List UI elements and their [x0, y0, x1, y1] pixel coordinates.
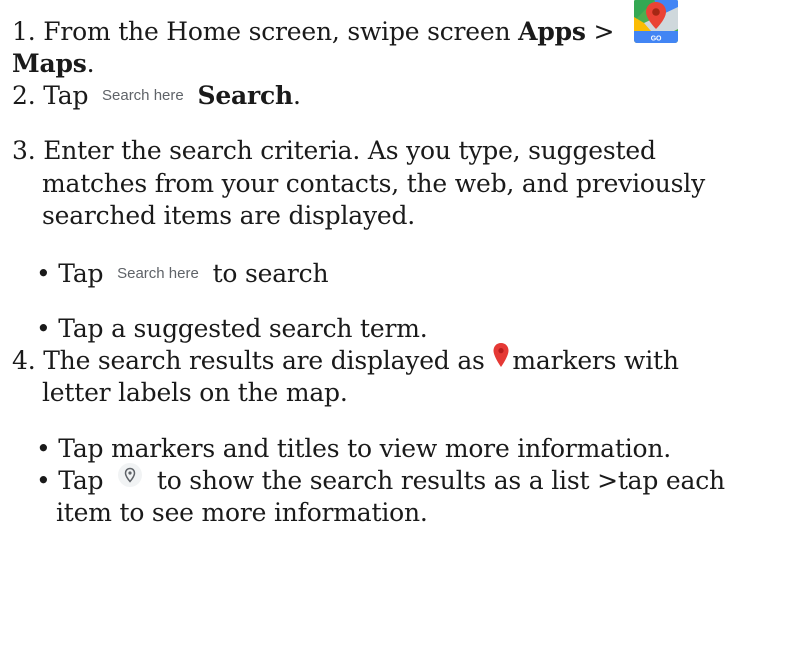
step4-line1-prefix: 4. The search results are displayed as: [12, 346, 493, 375]
search-here-hint: Search here: [102, 87, 184, 104]
step1-period: .: [86, 49, 95, 78]
step4-bullet2-suffix: to show the search results as a list >ta…: [156, 466, 725, 495]
search-here-hint-2: Search here: [117, 265, 199, 282]
step1-separator: >: [585, 17, 615, 46]
maps-app-icon: GO: [634, 0, 679, 51]
step3-bullet2: • Tap a suggested search term.: [36, 314, 428, 343]
step1-line2: Maps.: [12, 48, 95, 80]
step2-line: 2. Tap Search here Search.: [12, 80, 301, 112]
step3-bullet1: • Tap Search here to search: [36, 258, 329, 290]
search-label: Search: [197, 81, 293, 110]
step2-prefix: 2. Tap: [12, 81, 89, 110]
step4-bullet1: • Tap markers and titles to view more in…: [36, 434, 671, 463]
location-pin-circle-icon: [117, 462, 143, 496]
step4-line2: letter labels on the map.: [42, 378, 348, 407]
step4-bullet2: • Tap to show the search results as a li…: [36, 462, 725, 497]
step4-line1-suffix: markers with: [512, 346, 679, 375]
step4-line1: 4. The search results are displayed as m…: [12, 342, 679, 377]
maps-icon-go-text: GO: [651, 35, 662, 42]
maps-label: Maps: [12, 49, 87, 78]
step4-bullet2-prefix: • Tap: [36, 466, 104, 495]
step4-bullet2-line2: item to see more information.: [56, 498, 428, 527]
apps-label: Apps: [518, 17, 586, 46]
step3-bullet1-suffix: to search: [212, 259, 329, 288]
step2-period: .: [293, 81, 301, 110]
step1-line1: 1. From the Home screen, swipe screen Ap…: [12, 0, 679, 51]
step1-prefix: 1. From the Home screen, swipe screen: [12, 17, 519, 46]
step3-line3: searched items are displayed.: [42, 201, 416, 230]
step3-line2: matches from your contacts, the web, and…: [42, 169, 705, 198]
red-map-pin-icon: [492, 342, 510, 376]
step3-bullet1-prefix: • Tap: [36, 259, 104, 288]
step3-line1: 3. Enter the search criteria. As you typ…: [12, 136, 656, 165]
